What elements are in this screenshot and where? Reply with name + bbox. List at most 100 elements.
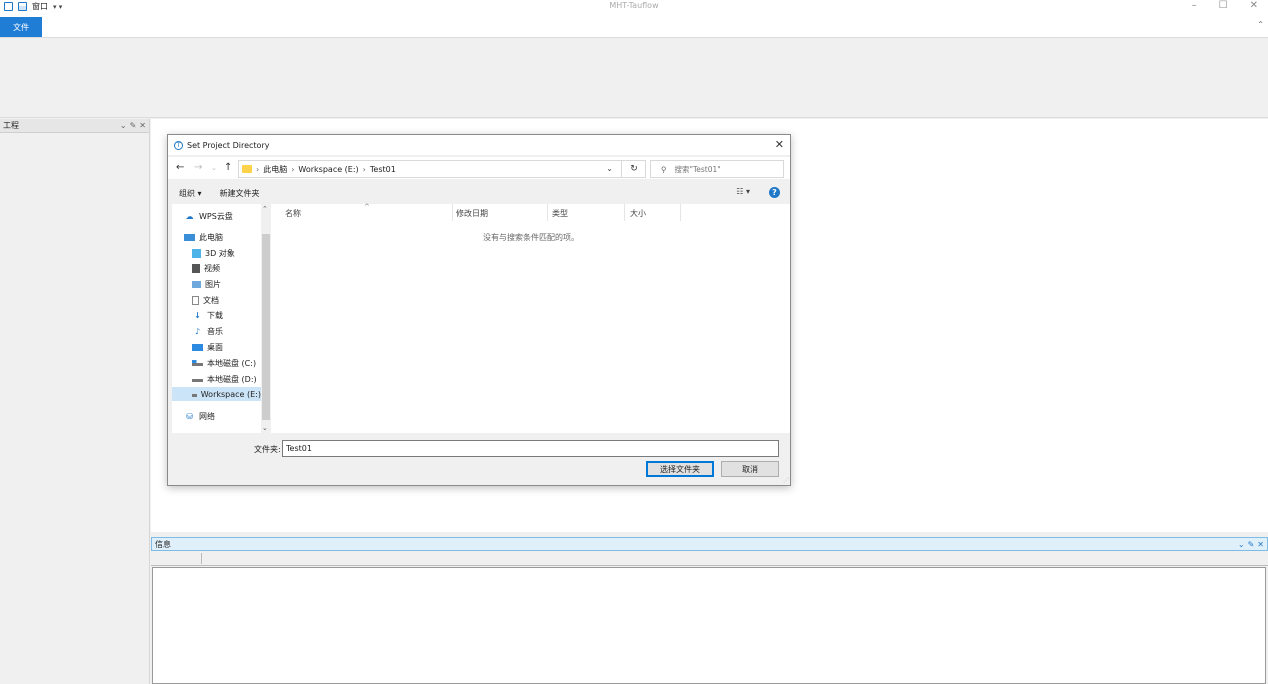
scrollbar-thumb[interactable]: [262, 234, 270, 420]
column-divider: [547, 204, 548, 221]
download-icon: ↓: [194, 310, 201, 320]
info-panel: 信息 ⌄ ✎ ✕: [151, 537, 1268, 684]
panel-close-icon[interactable]: ✕: [1257, 540, 1264, 549]
maximize-icon[interactable]: ☐: [1219, 0, 1228, 12]
nav-item-this-pc[interactable]: 此电脑: [184, 230, 223, 244]
nav-item-label: WPS云盘: [199, 211, 233, 221]
project-panel-header: 工程 ⌄ ✎ ✕: [0, 119, 149, 133]
chevron-right-icon: ›: [256, 164, 260, 174]
folder-input[interactable]: [282, 440, 779, 457]
cancel-button[interactable]: 取消: [721, 461, 779, 477]
recent-chevron-icon[interactable]: ⌄: [211, 164, 217, 172]
ribbon-tab-bar: 文件 ⌃: [0, 14, 1268, 38]
column-divider: [680, 204, 681, 221]
nav-item-label: 音乐: [207, 326, 223, 336]
chevron-right-icon: ›: [362, 164, 366, 174]
panel-close-icon[interactable]: ✕: [139, 121, 146, 130]
breadcrumb-this-pc[interactable]: 此电脑: [263, 164, 287, 175]
navigation-scrollbar[interactable]: ⌃ ⌄: [261, 204, 271, 433]
pin-icon[interactable]: ✎: [1248, 540, 1255, 549]
nav-item-label: 网络: [199, 411, 215, 421]
nav-item-label: 本地磁盘 (C:): [207, 358, 257, 368]
panel-menu-icon[interactable]: ⌄: [120, 121, 127, 130]
pin-icon[interactable]: ✎: [130, 121, 137, 130]
folder-label: 文件夹:: [254, 445, 281, 454]
nav-item-workspace-e[interactable]: Workspace (E:): [172, 387, 261, 401]
refresh-icon[interactable]: ↻: [621, 160, 646, 178]
organize-button[interactable]: 组织 ▾: [179, 188, 202, 199]
app-title: MHT-Tauflow: [609, 1, 659, 10]
info-content: [152, 567, 1266, 684]
window-controls: – ☐ ✕: [1192, 0, 1258, 12]
desktop-icon: [192, 343, 203, 351]
column-header-name[interactable]: 名称: [285, 208, 301, 219]
nav-item-documents[interactable]: 文档: [192, 293, 219, 307]
column-header-type[interactable]: 类型: [552, 208, 568, 219]
chevron-right-icon: ›: [291, 164, 295, 174]
new-folder-button[interactable]: 新建文件夹: [220, 188, 260, 199]
navigation-pane: ☁ WPS云盘 此电脑 3D 对象 视频 图片 文档 ↓ 下载 ♪ 音乐 桌面 …: [172, 204, 271, 433]
select-folder-button[interactable]: 选择文件夹: [646, 461, 714, 477]
forward-arrow-icon[interactable]: →: [194, 162, 202, 173]
collapse-ribbon-icon[interactable]: ⌃: [1257, 20, 1264, 29]
file-list: ^ 名称 修改日期 类型 大小 没有与搜索条件匹配的项。: [272, 203, 790, 433]
network-icon: ⛁: [186, 411, 193, 421]
search-placeholder: 搜索"Test01": [674, 164, 721, 174]
nav-item-label: 此电脑: [199, 232, 223, 242]
info-tabstrip: [151, 551, 1268, 566]
nav-item-drive-c[interactable]: 本地磁盘 (C:): [192, 356, 256, 370]
scroll-down-icon[interactable]: ⌄: [262, 424, 268, 432]
help-icon[interactable]: ?: [769, 187, 780, 198]
nav-item-label: 3D 对象: [205, 248, 235, 258]
divider: [201, 553, 202, 564]
nav-item-3d-objects[interactable]: 3D 对象: [192, 246, 235, 260]
drive-icon: [192, 360, 203, 366]
scroll-up-icon[interactable]: ⌃: [262, 205, 268, 213]
close-icon[interactable]: ✕: [1250, 0, 1258, 12]
panel-menu-icon[interactable]: ⌄: [1238, 540, 1245, 549]
nav-item-pictures[interactable]: 图片: [192, 277, 221, 291]
address-bar[interactable]: › 此电脑 › Workspace (E:) › Test01 ⌄: [238, 160, 646, 178]
search-input[interactable]: ⚲ 搜索"Test01": [650, 160, 784, 178]
nav-item-label: 图片: [205, 279, 221, 289]
drive-icon: [192, 391, 197, 397]
column-divider: [624, 204, 625, 221]
address-row: ← → ⌄ ↑ › 此电脑 › Workspace (E:) › Test01 …: [168, 157, 790, 179]
set-project-directory-dialog: T Set Project Directory ✕ ← → ⌄ ↑ › 此电脑 …: [167, 134, 791, 486]
search-icon: ⚲: [661, 164, 667, 174]
cloud-icon: ☁: [185, 211, 194, 221]
breadcrumb-workspace[interactable]: Workspace (E:): [298, 165, 358, 174]
breadcrumb-test01[interactable]: Test01: [370, 165, 396, 174]
empty-message: 没有与搜索条件匹配的项。: [483, 233, 579, 242]
nav-item-network[interactable]: ⛁ 网络: [184, 409, 215, 423]
nav-item-videos[interactable]: 视频: [192, 261, 220, 275]
nav-item-drive-d[interactable]: 本地磁盘 (D:): [192, 372, 257, 386]
computer-icon: [184, 233, 195, 241]
column-divider: [452, 204, 453, 221]
dialog-close-icon[interactable]: ✕: [775, 138, 784, 151]
ribbon-area: [0, 38, 1268, 118]
back-arrow-icon[interactable]: ←: [176, 162, 184, 173]
resize-grip-icon[interactable]: ⋰: [783, 477, 789, 484]
up-arrow-icon[interactable]: ↑: [224, 162, 232, 173]
title-bar: 窗口 ▾ ▾ MHT-Tauflow – ☐ ✕: [0, 0, 1268, 14]
address-dropdown-icon[interactable]: ⌄: [606, 164, 613, 173]
column-header-date[interactable]: 修改日期: [456, 208, 488, 219]
app-logo-icon: T: [174, 140, 183, 150]
picture-icon: [192, 280, 201, 288]
nav-item-wps-cloud[interactable]: ☁ WPS云盘: [184, 209, 233, 223]
video-icon: [192, 263, 200, 273]
file-browser: ☁ WPS云盘 此电脑 3D 对象 视频 图片 文档 ↓ 下载 ♪ 音乐 桌面 …: [172, 203, 790, 433]
nav-item-desktop[interactable]: 桌面: [192, 340, 223, 354]
minimize-icon[interactable]: –: [1192, 0, 1197, 12]
nav-item-label: 本地磁盘 (D:): [207, 374, 257, 384]
nav-item-music[interactable]: ♪ 音乐: [192, 324, 223, 338]
file-tab[interactable]: 文件: [0, 17, 42, 37]
nav-item-downloads[interactable]: ↓ 下载: [192, 308, 223, 322]
dialog-title-bar: T Set Project Directory ✕: [168, 135, 790, 155]
column-header-size[interactable]: 大小: [630, 208, 646, 219]
nav-item-label: 下载: [207, 310, 223, 320]
cube-icon: [192, 248, 201, 258]
nav-item-label: Workspace (E:): [200, 389, 261, 399]
view-options-icon[interactable]: ☷ ▾: [736, 187, 750, 196]
